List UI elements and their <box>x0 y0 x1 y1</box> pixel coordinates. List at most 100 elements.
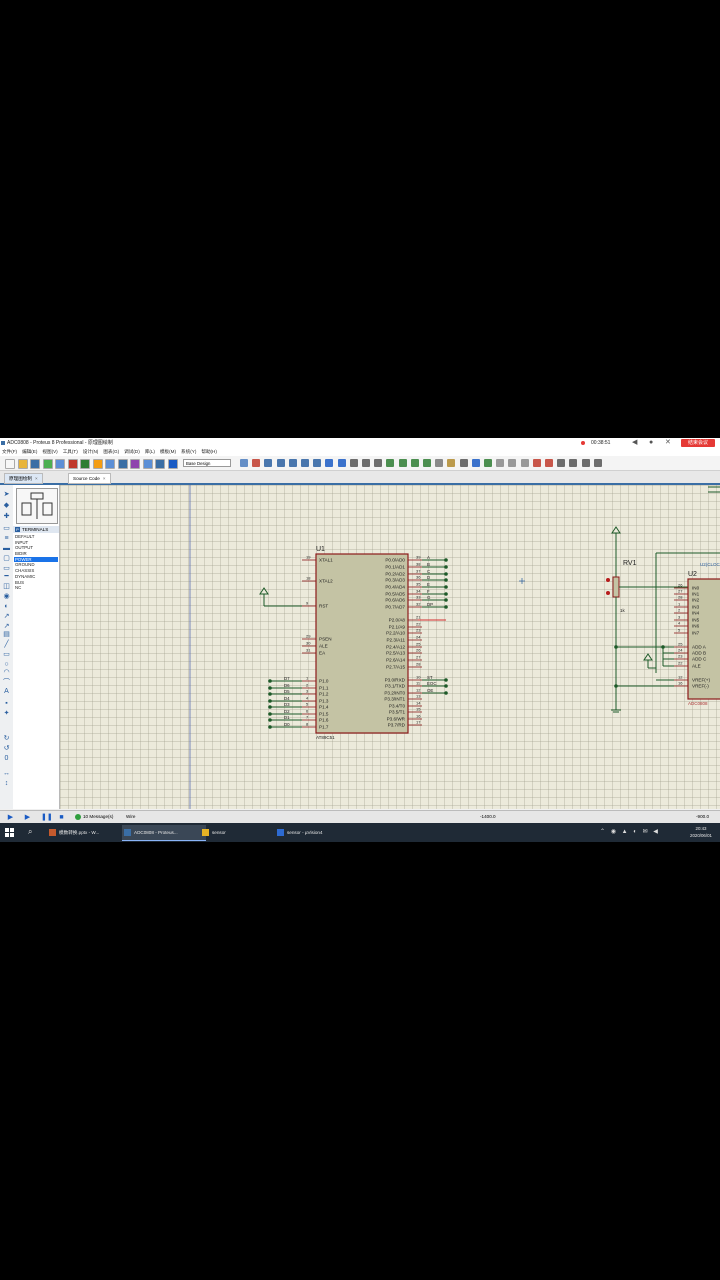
instrument-icon[interactable]: ▤ <box>3 631 10 638</box>
text-icon[interactable]: A <box>3 688 10 695</box>
grid-icon[interactable] <box>240 459 248 467</box>
pcb-icon[interactable] <box>80 459 90 469</box>
tab-schematic[interactable]: 原理图绘制 × <box>4 473 43 484</box>
gerber-icon[interactable] <box>92 459 103 469</box>
mirror-y-icon[interactable]: ↕ <box>3 780 10 787</box>
menu-item[interactable]: 图表(G) <box>103 448 119 456</box>
design-explorer-icon[interactable] <box>520 459 529 467</box>
windows-start-icon[interactable] <box>5 828 14 837</box>
search-icon[interactable]: ⌕ <box>28 827 32 837</box>
generator-icon[interactable]: ◐ <box>3 603 10 610</box>
new-sheet-icon[interactable] <box>532 459 541 467</box>
pause-icon[interactable]: ❚❚ <box>41 814 53 821</box>
menu-item[interactable]: 文件(F) <box>2 448 17 456</box>
marker-icon[interactable]: ✦ <box>3 710 10 717</box>
help-icon[interactable] <box>167 459 178 469</box>
pick-parts-icon[interactable] <box>435 459 444 467</box>
wire-autorouter-icon[interactable] <box>484 459 492 467</box>
block-copy-icon[interactable] <box>386 459 395 467</box>
block-delete-icon[interactable] <box>423 459 431 467</box>
paste-icon[interactable] <box>374 459 383 467</box>
graph-icon[interactable]: ◫ <box>3 583 10 590</box>
tab-source-code[interactable]: Source Code × <box>68 473 111 484</box>
taskbar-item[interactable]: sensor <box>200 825 284 840</box>
terminal-icon[interactable]: ▭ <box>3 565 10 572</box>
mirror-x-icon[interactable]: ↔ <box>3 770 10 777</box>
design-select[interactable]: Base Design <box>183 459 231 467</box>
bom-report-icon[interactable] <box>581 459 590 467</box>
origin-icon[interactable] <box>252 459 261 467</box>
probe-current-icon[interactable]: ↗ <box>3 623 10 630</box>
zoom-in-icon[interactable] <box>276 459 285 467</box>
menu-item[interactable]: 库(L) <box>145 448 155 456</box>
copy-icon[interactable] <box>362 459 370 467</box>
close-icon[interactable]: × <box>103 476 106 481</box>
settings-icon[interactable] <box>142 459 153 469</box>
terminal-item-nc[interactable]: NC <box>14 585 58 591</box>
junction-icon[interactable]: ✚ <box>3 513 10 520</box>
print-icon[interactable] <box>55 459 65 469</box>
angle-icon[interactable]: 0 <box>3 755 10 762</box>
open-icon[interactable] <box>17 459 28 469</box>
zoom-area-icon[interactable] <box>313 459 322 467</box>
taskbar-clock[interactable]: 20:43 2020/06/01 <box>683 825 719 839</box>
search-tag-icon[interactable] <box>496 459 505 467</box>
menu-item[interactable]: 设计(N) <box>83 448 99 456</box>
menu-item[interactable]: 工具(T) <box>63 448 78 456</box>
speaker-icon[interactable]: ◀ <box>632 438 637 448</box>
wire-label-icon[interactable]: ▭ <box>3 525 10 532</box>
redo-icon[interactable] <box>337 459 346 467</box>
property-assign-icon[interactable] <box>508 459 517 467</box>
select-icon[interactable]: ➤ <box>3 491 10 498</box>
subcircuit-icon[interactable]: ▢ <box>3 555 10 562</box>
block-rotate-icon[interactable] <box>410 459 419 467</box>
system-tray-icons[interactable]: ⌃ ◉ ▲ ◐ ✉ ◀ <box>600 828 660 835</box>
message-count[interactable]: 10 Message(s) <box>75 812 113 822</box>
menu-item[interactable]: 模板(M) <box>160 448 176 456</box>
schematic-canvas[interactable]: U1 AT89C51 19 XTAL1 18 XTAL2 9 RST 29 PSEN 30 ALE 31… <box>60 485 720 809</box>
pick-device-button[interactable]: P <box>15 527 20 532</box>
bus-icon[interactable]: ▬ <box>3 545 10 552</box>
close-icon[interactable]: ✕ <box>665 438 671 448</box>
taskbar-item[interactable]: 模数转换.pptx - W... <box>47 825 131 840</box>
pin-icon[interactable]: ━ <box>3 573 10 580</box>
electrical-check-icon[interactable] <box>569 459 578 467</box>
chart-icon[interactable] <box>155 459 165 469</box>
menu-item[interactable]: 系统(Y) <box>181 448 196 456</box>
close-icon[interactable]: × <box>35 476 38 481</box>
step-icon[interactable]: ▶ <box>24 814 31 821</box>
pan-icon[interactable] <box>264 459 273 467</box>
rotate-ccw-icon[interactable]: ↺ <box>3 745 10 752</box>
taskbar-item[interactable]: sensor - µVision4 <box>275 825 357 840</box>
component-icon[interactable]: ◆ <box>3 502 10 509</box>
netlist-icon[interactable] <box>557 459 566 467</box>
taskbar-item[interactable]: ADC0808 - Proteus... <box>122 825 206 841</box>
decompose-icon[interactable] <box>471 459 480 467</box>
rotate-cw-icon[interactable]: ↻ <box>3 735 10 742</box>
zoom-all-icon[interactable] <box>301 459 309 467</box>
undo-icon[interactable] <box>325 459 334 467</box>
source-icon[interactable] <box>105 459 115 469</box>
text-script-icon[interactable]: ≡ <box>3 535 10 542</box>
remove-sheet-icon[interactable] <box>545 459 553 467</box>
end-meeting-button[interactable]: 结束会议 <box>681 439 715 447</box>
circle-icon[interactable]: ○ <box>3 661 10 668</box>
block-move-icon[interactable] <box>398 459 407 467</box>
arc-icon[interactable]: ◠ <box>3 669 10 676</box>
play-icon[interactable]: ▶ <box>7 814 14 821</box>
tape-icon[interactable]: ◉ <box>3 593 10 600</box>
probe-voltage-icon[interactable]: ↗ <box>3 613 10 620</box>
menu-item[interactable]: 调试(D) <box>124 448 140 456</box>
erc-icon[interactable] <box>593 459 602 467</box>
box-icon[interactable]: ▭ <box>3 651 10 658</box>
cut-icon[interactable] <box>349 459 358 467</box>
menu-item[interactable]: 编辑(E) <box>22 448 37 456</box>
stop-icon[interactable]: ■ <box>58 814 65 821</box>
import-icon[interactable] <box>42 459 53 469</box>
zoom-out-icon[interactable] <box>288 459 297 467</box>
menu-item[interactable]: 帮助(H) <box>201 448 217 456</box>
microphone-icon[interactable]: ● <box>649 438 653 448</box>
symbol-icon[interactable]: ▪ <box>3 700 10 707</box>
make-device-icon[interactable] <box>447 459 456 467</box>
path-icon[interactable]: ⌒ <box>3 679 10 686</box>
